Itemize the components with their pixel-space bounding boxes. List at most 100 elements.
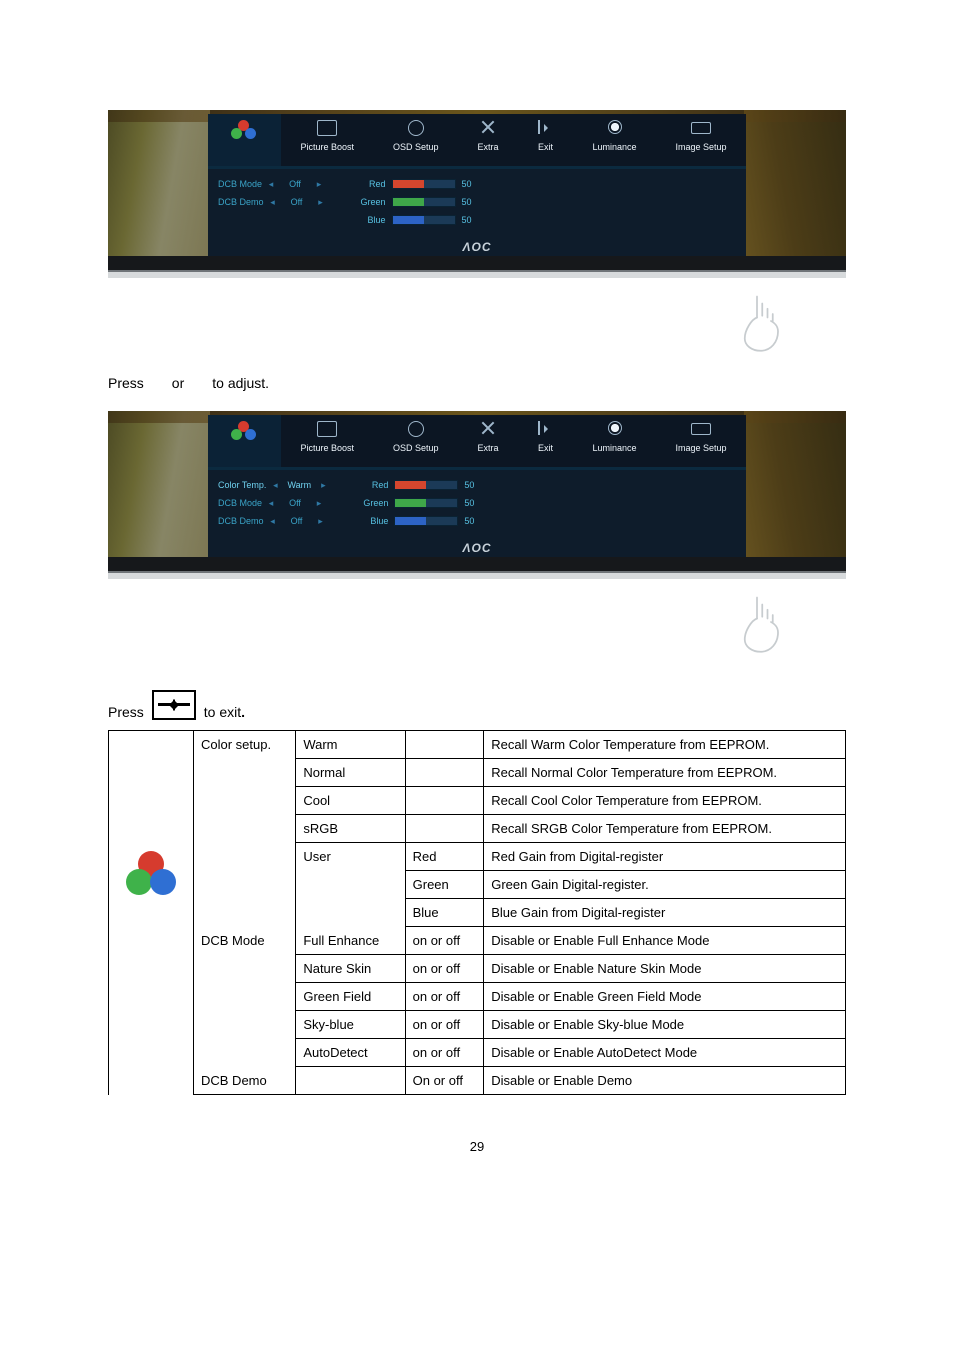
bar-row-green[interactable]: Green50 xyxy=(352,193,478,211)
slider-bar[interactable] xyxy=(392,179,456,189)
tab-label: Luminance xyxy=(592,443,636,453)
monitor-bg-left xyxy=(108,110,210,256)
tab-label: Exit xyxy=(538,443,553,453)
slider-bar[interactable] xyxy=(392,197,456,207)
opt-cell: Nature Skin xyxy=(296,955,405,983)
slider-bar[interactable] xyxy=(394,516,458,526)
bar-value: 50 xyxy=(462,215,478,225)
tab-extra[interactable]: Extra xyxy=(458,114,518,166)
desc-cell: Recall Cool Color Temperature from EEPRO… xyxy=(484,787,846,815)
tab-picture-boost[interactable]: Picture Boost xyxy=(281,415,374,467)
tab-exit[interactable]: Exit xyxy=(518,415,573,467)
chevron-right-icon[interactable]: ▸ xyxy=(316,498,322,509)
tab-luminance[interactable]: Luminance xyxy=(573,114,656,166)
desc-cell: Disable or Enable Demo xyxy=(484,1067,846,1095)
bar-row-green[interactable]: Green50 xyxy=(354,494,480,512)
bar-row-blue[interactable]: Blue50 xyxy=(354,512,480,530)
opt-cell: Normal xyxy=(296,759,405,787)
setting-value: Off xyxy=(282,197,312,207)
desc-cell: Green Gain Digital-register. xyxy=(484,871,846,899)
osd-panel: Picture Boost OSD Setup Extra Exit Lumin… xyxy=(208,415,746,557)
arg-cell xyxy=(405,731,484,759)
monitor-bg-left xyxy=(108,411,210,557)
tab-label: OSD Setup xyxy=(393,142,439,152)
tab-osd-setup[interactable]: OSD Setup xyxy=(374,415,459,467)
tab-label: Image Setup xyxy=(676,142,727,152)
bar-row-red[interactable]: Red50 xyxy=(354,476,480,494)
tab-color-temp[interactable] xyxy=(208,114,281,166)
setting-row[interactable]: DCB Demo◂Off▸ xyxy=(218,193,324,211)
x-icon xyxy=(458,421,518,443)
chevron-right-icon[interactable]: ▸ xyxy=(320,480,326,491)
hand-pointer-icon xyxy=(722,286,792,356)
setting-row[interactable]: DCB Mode◂Off▸ xyxy=(218,494,326,512)
chevron-left-icon[interactable]: ◂ xyxy=(270,197,276,208)
tab-color-temp[interactable] xyxy=(208,415,281,467)
bar-row-blue[interactable]: Blue50 xyxy=(352,211,478,229)
opt-cell: sRGB xyxy=(296,815,405,843)
bar-label: Red xyxy=(352,179,386,189)
tab-exit[interactable]: Exit xyxy=(518,114,573,166)
tab-image-setup[interactable]: Image Setup xyxy=(656,415,746,467)
table-row: Color setup. Warm Recall Warm Color Temp… xyxy=(109,731,846,759)
chevron-right-icon[interactable]: ▸ xyxy=(318,516,324,527)
slider-bar[interactable] xyxy=(392,215,456,225)
osd-tabs: Picture Boost OSD Setup Extra Exit Lumin… xyxy=(208,415,746,470)
osd-body: DCB Mode◂Off▸ DCB Demo◂Off▸ Red50 Green5… xyxy=(208,169,746,231)
tab-label: Image Setup xyxy=(676,443,727,453)
arg-cell: on or off xyxy=(405,1039,484,1067)
setting-row[interactable]: DCB Demo◂Off▸ xyxy=(218,512,326,530)
bar-label: Green xyxy=(354,498,388,508)
chevron-right-icon[interactable]: ▸ xyxy=(318,197,324,208)
desc-cell: Recall Normal Color Temperature from EEP… xyxy=(484,759,846,787)
box-icon xyxy=(281,421,374,443)
chevron-left-icon[interactable]: ◂ xyxy=(270,516,276,527)
chevron-right-icon[interactable]: ▸ xyxy=(316,179,322,190)
table-row: DCB Mode Full Enhance on or off Disable … xyxy=(109,927,846,955)
image-setup-icon xyxy=(656,421,746,443)
text: Press xyxy=(108,704,144,720)
setting-name: DCB Mode xyxy=(218,179,262,189)
bar-label: Green xyxy=(352,197,386,207)
arg-cell xyxy=(405,815,484,843)
page-number: 29 xyxy=(108,1095,846,1154)
setting-row[interactable]: Color Temp.◂Warm▸ xyxy=(218,476,326,494)
slider-bar[interactable] xyxy=(394,480,458,490)
group-cell: DCB Mode xyxy=(194,927,296,1067)
desc-cell: Disable or Enable Green Field Mode xyxy=(484,983,846,1011)
setting-row[interactable]: DCB Mode◂Off▸ xyxy=(218,175,324,193)
gear-icon xyxy=(374,421,459,443)
opt-cell: Cool xyxy=(296,787,405,815)
arg-cell: Blue xyxy=(405,899,484,927)
tab-label: Picture Boost xyxy=(300,443,354,453)
bar-value: 50 xyxy=(464,480,480,490)
chevron-left-icon[interactable]: ◂ xyxy=(268,179,274,190)
aoc-logo: ΛOC xyxy=(208,240,746,254)
tab-image-setup[interactable]: Image Setup xyxy=(656,114,746,166)
bar-value: 50 xyxy=(464,516,480,526)
text: or xyxy=(172,375,184,391)
chevron-left-icon[interactable]: ◂ xyxy=(272,480,278,491)
arg-cell: Green xyxy=(405,871,484,899)
arg-cell: on or off xyxy=(405,955,484,983)
reference-table: Color setup. Warm Recall Warm Color Temp… xyxy=(108,730,846,1095)
tab-extra[interactable]: Extra xyxy=(458,415,518,467)
tab-luminance[interactable]: Luminance xyxy=(573,415,656,467)
slider-bar[interactable] xyxy=(394,498,458,508)
arg-cell: on or off xyxy=(405,1011,484,1039)
chevron-left-icon[interactable]: ◂ xyxy=(268,498,274,509)
tab-label: Exit xyxy=(538,142,553,152)
tab-label: Luminance xyxy=(592,142,636,152)
osd-settings-col: Color Temp.◂Warm▸ DCB Mode◂Off▸ DCB Demo… xyxy=(218,476,326,530)
tab-osd-setup[interactable]: OSD Setup xyxy=(374,114,459,166)
bar-row-red[interactable]: Red50 xyxy=(352,175,478,193)
instruction-exit: Press to exit. xyxy=(108,690,846,720)
tab-picture-boost[interactable]: Picture Boost xyxy=(281,114,374,166)
setting-value: Off xyxy=(280,498,310,508)
opt-cell: Green Field xyxy=(296,983,405,1011)
setting-name: Color Temp. xyxy=(218,480,266,490)
sun-icon xyxy=(573,120,656,142)
desc-cell: Disable or Enable Nature Skin Mode xyxy=(484,955,846,983)
opt-cell xyxy=(296,1067,405,1095)
arg-cell xyxy=(405,759,484,787)
